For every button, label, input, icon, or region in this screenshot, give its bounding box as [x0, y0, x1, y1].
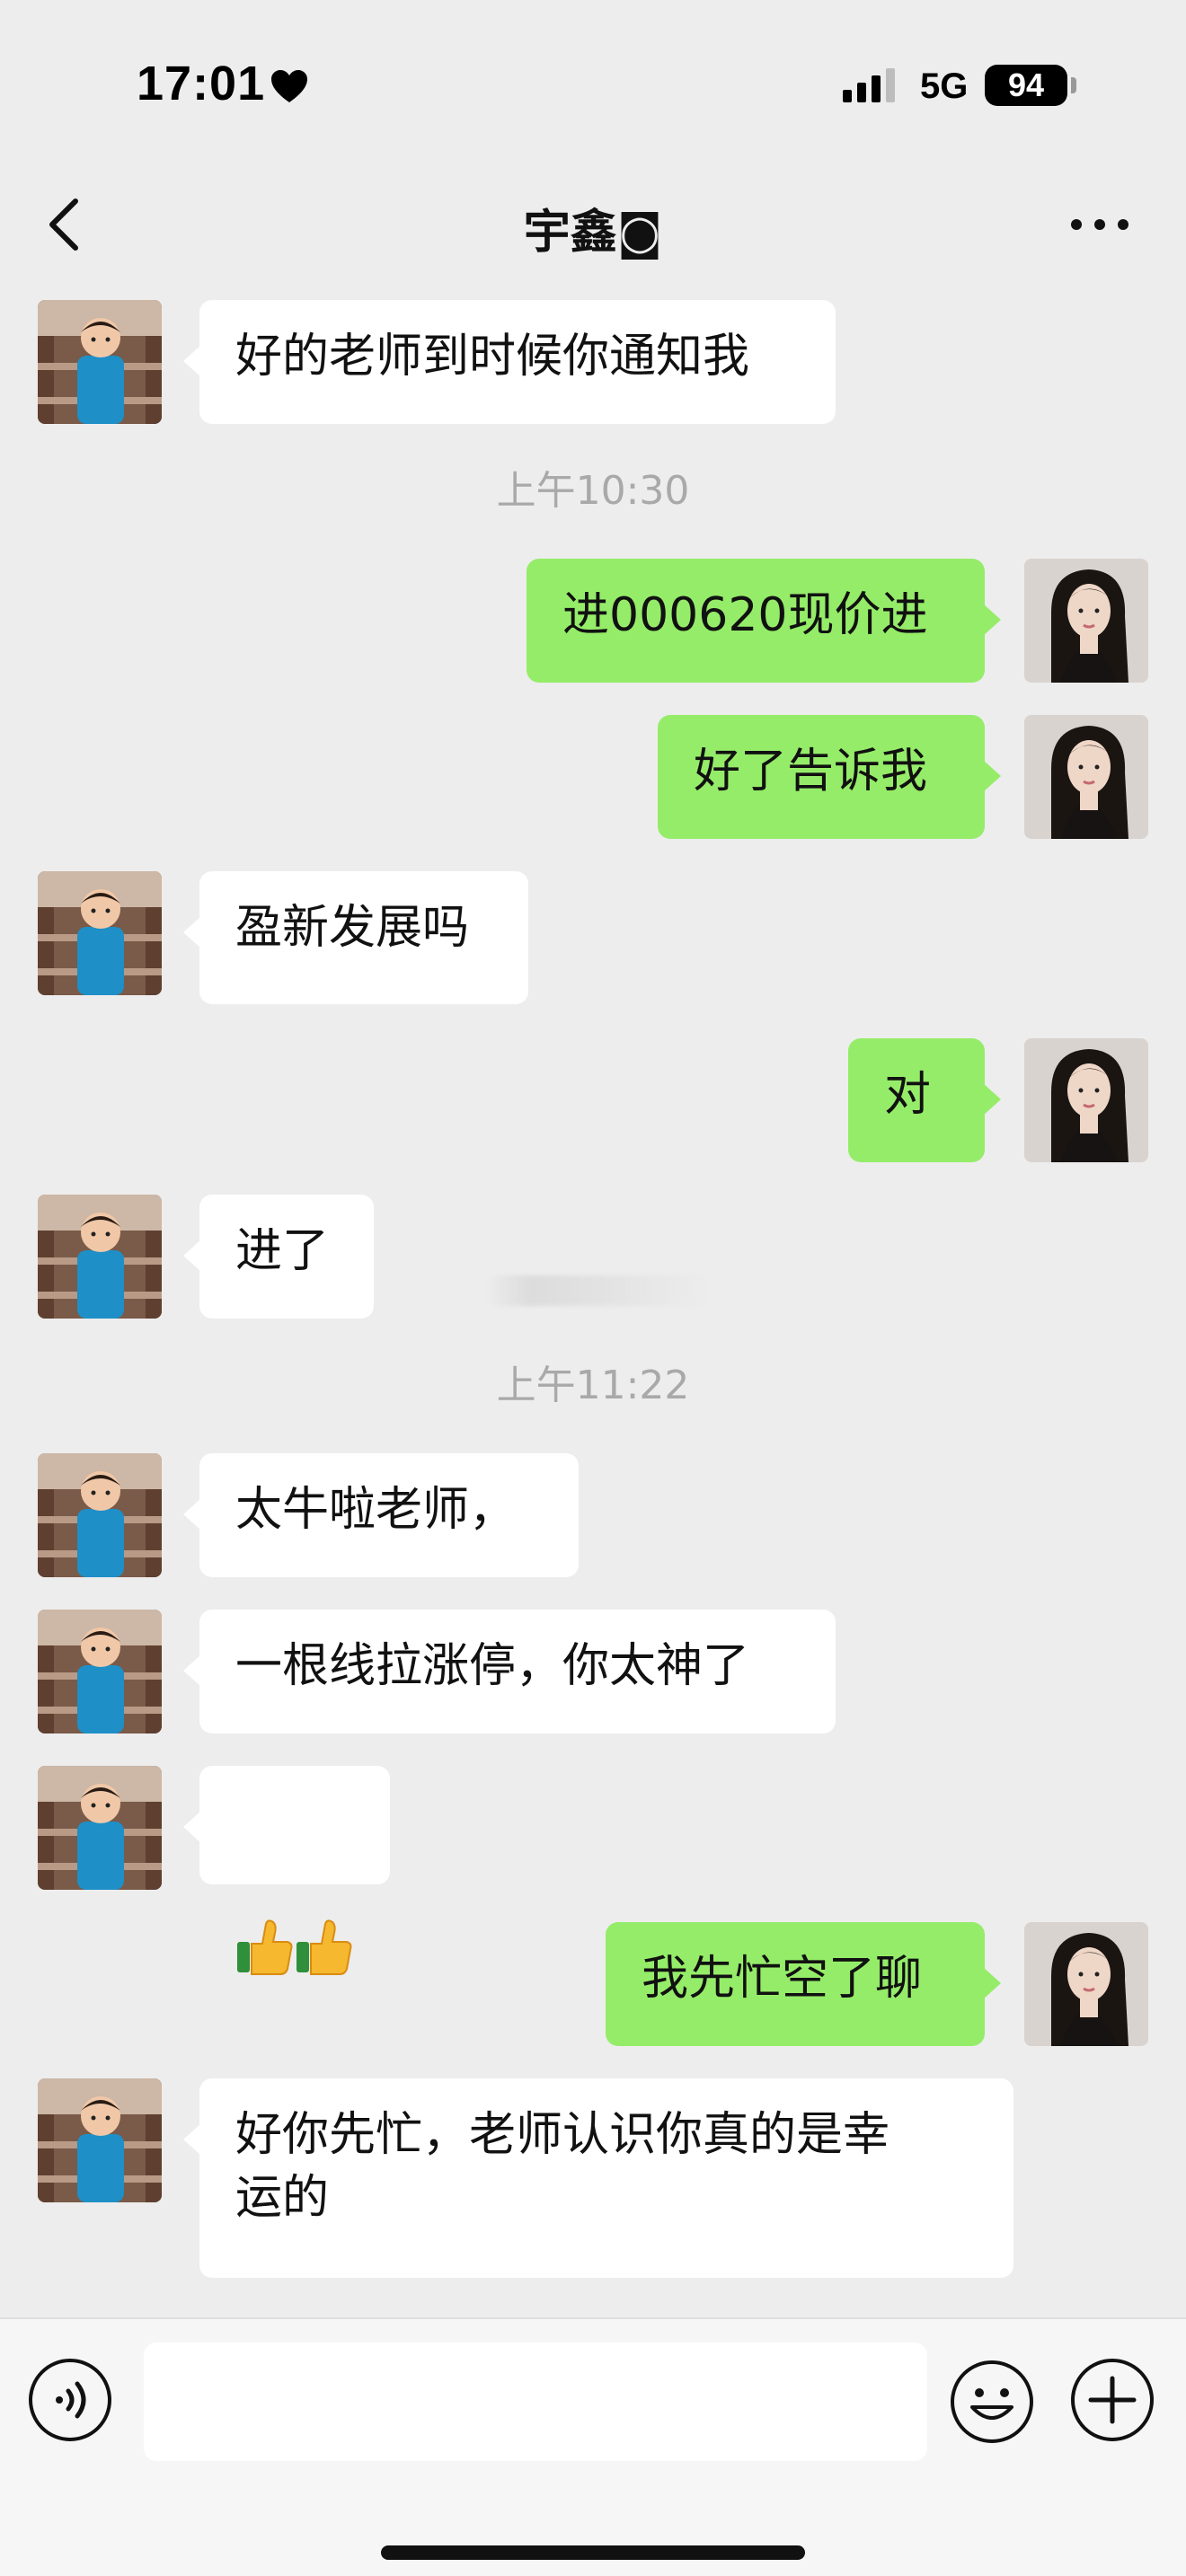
received-message[interactable]	[183, 1766, 390, 1975]
avatar[interactable]	[1024, 559, 1148, 683]
avatar[interactable]	[38, 300, 162, 424]
status-bar: 17:01 5G 94	[0, 0, 1186, 171]
voice-button[interactable]	[27, 2357, 113, 2443]
sent-message[interactable]: 对	[848, 1038, 1001, 1162]
thumbs-up-icon	[237, 1919, 352, 1975]
signal-icon	[843, 68, 895, 102]
heart-icon	[271, 70, 307, 102]
status-time: 17:01	[137, 57, 266, 110]
received-message[interactable]: 好的老师到时候你通知我	[183, 300, 836, 424]
received-message[interactable]: 进了	[183, 1195, 374, 1319]
input-bar	[0, 2317, 1186, 2576]
nav-bar: 宇鑫◙	[0, 171, 1186, 278]
sent-message[interactable]: 好了告诉我	[658, 715, 1001, 839]
plus-icon	[1071, 2359, 1154, 2441]
received-message[interactable]: 盈新发展吗	[183, 871, 528, 1004]
avatar[interactable]	[38, 1610, 162, 1734]
emoji-button[interactable]	[949, 2359, 1035, 2445]
network-type: 5G	[920, 66, 969, 106]
timestamp: 上午11:22	[496, 1363, 690, 1408]
sent-message[interactable]: 我先忙空了聊	[606, 1922, 1001, 2046]
emoji-icon	[951, 2360, 1033, 2443]
avatar[interactable]	[1024, 1038, 1148, 1162]
sent-message[interactable]: 进000620现价进	[527, 559, 1001, 683]
avatar[interactable]	[38, 1195, 162, 1319]
received-message[interactable]: 好你先忙，老师认识你真的是幸 运的	[183, 2078, 1013, 2278]
blurred-area	[485, 1275, 710, 1306]
timestamp: 上午10:30	[496, 468, 690, 514]
battery-indicator: 94	[985, 65, 1067, 106]
more-button[interactable]	[1064, 198, 1136, 251]
received-message[interactable]: 一根线拉涨停，你太神了	[183, 1610, 836, 1734]
avatar[interactable]	[38, 1453, 162, 1577]
avatar[interactable]	[1024, 715, 1148, 839]
more-icon	[1071, 219, 1128, 230]
avatar[interactable]	[38, 871, 162, 995]
message-input[interactable]	[144, 2342, 927, 2461]
battery-tip	[1071, 77, 1076, 93]
more-functions-button[interactable]	[1069, 2357, 1155, 2443]
voice-icon	[29, 2359, 111, 2441]
avatar[interactable]	[38, 2078, 162, 2202]
received-message[interactable]: 太牛啦老师，	[183, 1453, 579, 1577]
chat-title: 宇鑫◙	[523, 206, 663, 260]
avatar[interactable]	[38, 1766, 162, 1890]
avatar[interactable]	[1024, 1922, 1148, 2046]
home-indicator[interactable]	[381, 2545, 805, 2560]
